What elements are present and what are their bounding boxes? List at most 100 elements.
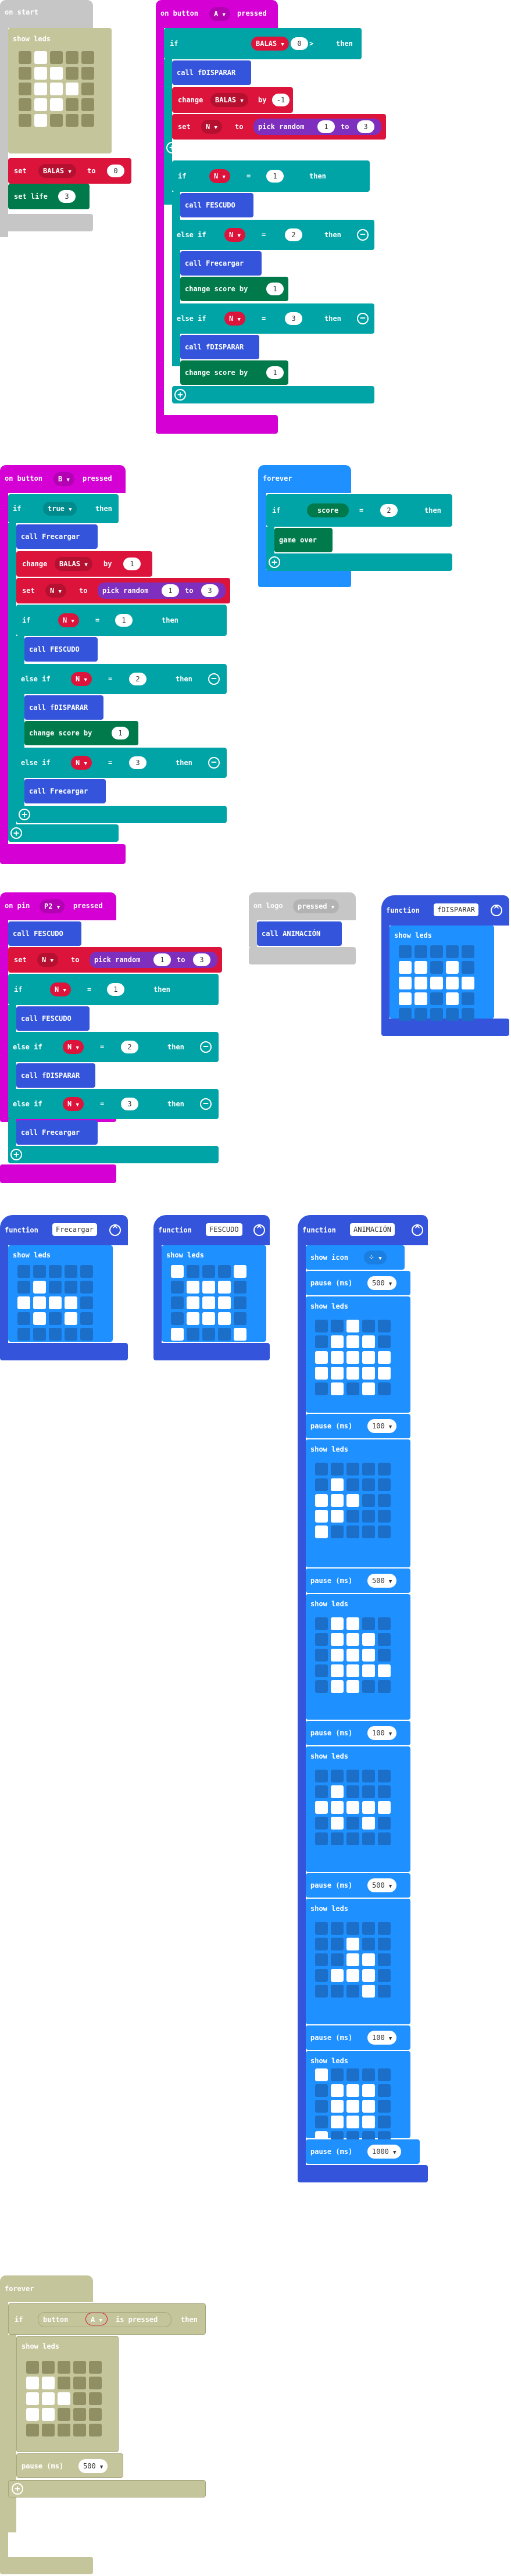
score-pill[interactable]: score: [307, 503, 349, 517]
eq-op[interactable]: =: [108, 759, 112, 767]
led-1-2[interactable]: [346, 1633, 359, 1646]
led-2-3[interactable]: [446, 977, 459, 989]
led-0-3[interactable]: [73, 2361, 86, 2374]
random-min[interactable]: 1: [153, 953, 171, 966]
on-start-block[interactable]: on start: [0, 0, 93, 28]
led-0-0[interactable]: [315, 2068, 328, 2081]
led-0-1[interactable]: [42, 2361, 55, 2374]
led-2-0[interactable]: [171, 1296, 184, 1309]
led-0-3[interactable]: [362, 1770, 375, 1782]
n-var-pill[interactable]: N ▼: [224, 312, 245, 326]
led-1-3[interactable]: [66, 67, 78, 80]
led-1-3[interactable]: [73, 2377, 86, 2389]
show-leds-anim-2[interactable]: show leds: [306, 1439, 410, 1567]
led-2-0[interactable]: [26, 2392, 39, 2405]
collapse-icon[interactable]: ^: [253, 1224, 265, 1236]
n-dropdown[interactable]: N ▼: [201, 120, 222, 134]
led-4-1[interactable]: [331, 1525, 344, 1538]
eq-op[interactable]: =: [87, 985, 91, 994]
led-1-4[interactable]: [89, 2377, 102, 2389]
led-4-1[interactable]: [414, 1008, 427, 1021]
led-1-2[interactable]: [58, 2377, 70, 2389]
led-3-1[interactable]: [331, 1510, 344, 1523]
n-compare-2[interactable]: 2: [121, 1041, 138, 1053]
else-if-n3-a[interactable]: else if N ▼ = 3 then −: [172, 303, 374, 334]
led-1-1[interactable]: [414, 961, 427, 974]
led-4-4[interactable]: [462, 1008, 474, 1021]
led-1-1[interactable]: [42, 2377, 55, 2389]
n-compare-3[interactable]: 3: [129, 756, 146, 769]
pause-block-3[interactable]: pause (ms) 500 ▼: [306, 1569, 410, 1593]
led-4-1[interactable]: [331, 1680, 344, 1693]
led-grid-anim5[interactable]: [315, 1922, 391, 1998]
pause-block-1[interactable]: pause (ms) 500 ▼: [306, 1271, 410, 1295]
led-2-2[interactable]: [49, 1296, 62, 1309]
led-2-4[interactable]: [378, 1953, 391, 1966]
call-fdisparar-a2[interactable]: call fDISPARAR: [180, 335, 259, 359]
led-0-2[interactable]: [346, 1770, 359, 1782]
score-value[interactable]: 1: [266, 283, 284, 295]
led-4-0[interactable]: [17, 1328, 30, 1341]
led-0-2[interactable]: [346, 1617, 359, 1630]
led-1-1[interactable]: [331, 1633, 344, 1646]
led-1-1[interactable]: [34, 67, 47, 80]
on-button-b-block[interactable]: on button B ▼ pressed: [0, 465, 126, 493]
led-4-1[interactable]: [331, 1985, 344, 1998]
led-3-2[interactable]: [49, 1312, 62, 1325]
gt-op[interactable]: >: [309, 40, 313, 48]
led-1-0[interactable]: [315, 1335, 328, 1348]
led-3-0[interactable]: [315, 2116, 328, 2128]
led-0-1[interactable]: [34, 51, 47, 64]
random-max[interactable]: 3: [357, 120, 374, 133]
led-3-2[interactable]: [346, 2116, 359, 2128]
function-fescudo-block[interactable]: function FESCUDO ^: [153, 1215, 270, 1245]
led-3-0[interactable]: [315, 1969, 328, 1982]
led-0-3[interactable]: [65, 1265, 77, 1278]
led-3-1[interactable]: [331, 1367, 344, 1380]
led-3-1[interactable]: [331, 1969, 344, 1982]
change-balas-block[interactable]: change BALAS ▼ by -1: [172, 87, 293, 113]
led-4-1[interactable]: [42, 2424, 55, 2436]
eq-op[interactable]: =: [108, 675, 112, 683]
led-0-0[interactable]: [315, 1463, 328, 1475]
led-4-1[interactable]: [187, 1328, 199, 1341]
led-3-0[interactable]: [315, 1664, 328, 1677]
set-balas-block[interactable]: set BALAS ▼ to 0: [8, 158, 131, 184]
led-0-2[interactable]: [346, 2068, 359, 2081]
led-2-2[interactable]: [346, 1953, 359, 1966]
led-2-0[interactable]: [19, 83, 31, 95]
led-4-3[interactable]: [218, 1328, 231, 1341]
led-1-3[interactable]: [362, 1938, 375, 1950]
set-n-block-b[interactable]: set N ▼ to pick random 1 to 3: [16, 578, 230, 603]
led-2-3[interactable]: [362, 1351, 375, 1364]
led-3-1[interactable]: [42, 2408, 55, 2421]
icon-dropdown[interactable]: ⁘ ▼: [364, 1251, 387, 1264]
led-1-0[interactable]: [315, 2084, 328, 2097]
led-1-4[interactable]: [378, 1633, 391, 1646]
led-3-2[interactable]: [346, 1510, 359, 1523]
led-1-3[interactable]: [65, 1281, 77, 1294]
led-2-2[interactable]: [430, 977, 443, 989]
led-0-0[interactable]: [315, 1617, 328, 1630]
led-2-0[interactable]: [315, 1801, 328, 1814]
led-2-3[interactable]: [362, 1801, 375, 1814]
if-n-block-p2[interactable]: if N ▼ = 1 then: [8, 974, 219, 1005]
led-0-0[interactable]: [19, 51, 31, 64]
led-1-2[interactable]: [346, 1785, 359, 1798]
led-4-2[interactable]: [346, 1832, 359, 1845]
show-leds-frecargar[interactable]: show leds: [8, 1245, 113, 1342]
led-0-4[interactable]: [378, 2068, 391, 2081]
function-animacion-block[interactable]: function ANIMACIÓN ^: [298, 1215, 428, 1245]
call-fescudo-p2[interactable]: call FESCUDO: [8, 921, 81, 946]
led-3-2[interactable]: [430, 992, 443, 1005]
led-3-3[interactable]: [362, 1367, 375, 1380]
led-2-1[interactable]: [331, 1494, 344, 1507]
call-fescudo-b[interactable]: call FESCUDO: [24, 637, 98, 662]
call-fdisparar-a[interactable]: call fDISPARAR: [172, 60, 251, 85]
led-3-3[interactable]: [66, 98, 78, 111]
pause-block-5[interactable]: pause (ms) 500 ▼: [306, 1873, 410, 1898]
led-4-0[interactable]: [315, 1525, 328, 1538]
eq-op[interactable]: =: [95, 616, 99, 624]
collapse-icon[interactable]: ^: [412, 1224, 423, 1236]
led-0-0[interactable]: [171, 1265, 184, 1278]
